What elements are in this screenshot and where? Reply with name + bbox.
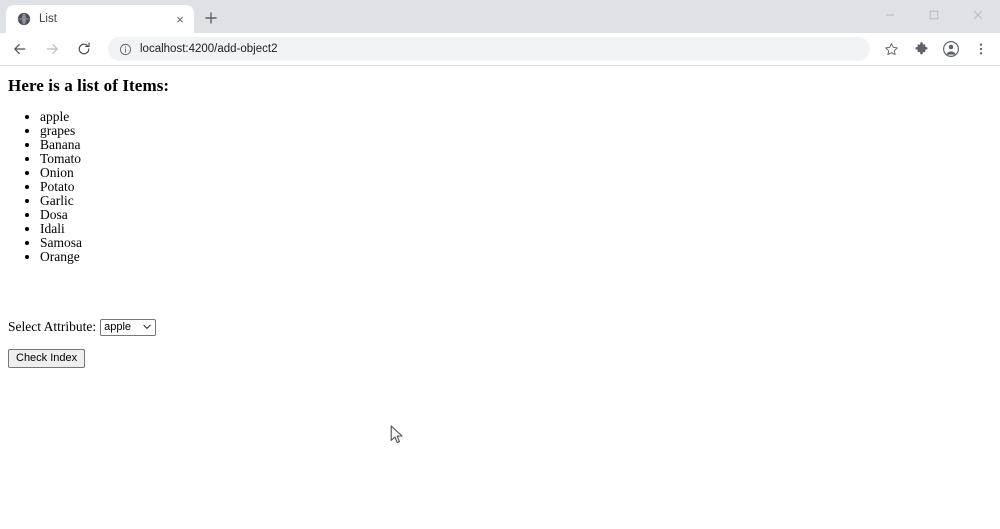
- list-item: apple: [40, 109, 992, 124]
- page-viewport: Here is a list of Items: apple grapes Ba…: [0, 66, 1000, 529]
- list-item: grapes: [40, 123, 992, 138]
- back-arrow-icon[interactable]: [6, 35, 34, 63]
- list-item: Idali: [40, 221, 992, 236]
- tab-strip: List ×: [0, 0, 1000, 33]
- close-icon[interactable]: ×: [172, 11, 188, 27]
- select-attribute-label: Select Attribute:: [8, 319, 97, 335]
- profile-avatar-icon[interactable]: [938, 36, 964, 62]
- list-item: Dosa: [40, 207, 992, 222]
- check-index-button[interactable]: Check Index: [8, 348, 86, 368]
- three-dot-menu-icon[interactable]: [968, 36, 994, 62]
- browser-window: List × localhost:4200/add-object2 Here i…: [0, 0, 1000, 529]
- globe-icon: [16, 12, 31, 27]
- list-item: Orange: [40, 249, 992, 264]
- list-item: Banana: [40, 137, 992, 152]
- forward-arrow-icon: [38, 35, 66, 63]
- minimize-button[interactable]: [868, 0, 912, 29]
- tab-title: List: [39, 13, 57, 25]
- extensions-puzzle-icon[interactable]: [908, 36, 934, 62]
- reload-icon[interactable]: [70, 35, 98, 63]
- maximize-button[interactable]: [912, 0, 956, 29]
- page-title: Here is a list of Items:: [8, 76, 170, 95]
- new-tab-button[interactable]: [200, 7, 222, 29]
- address-bar-url: localhost:4200/add-object2: [140, 43, 278, 55]
- attribute-select[interactable]: apple: [100, 318, 157, 336]
- list-item: Samosa: [40, 235, 992, 250]
- mouse-cursor: [390, 425, 404, 445]
- window-controls: [868, 0, 1000, 29]
- browser-toolbar: localhost:4200/add-object2: [0, 33, 1000, 66]
- attribute-form-row: Select Attribute: apple: [8, 318, 992, 336]
- browser-tab[interactable]: List ×: [6, 5, 194, 33]
- list-item: Tomato: [40, 151, 992, 166]
- close-window-button[interactable]: [956, 0, 1000, 29]
- items-list: apple grapes Banana Tomato Onion Potato …: [8, 109, 992, 264]
- list-item: Onion: [40, 165, 992, 180]
- star-icon[interactable]: [878, 36, 904, 62]
- list-item: Potato: [40, 179, 992, 194]
- attribute-select-value: apple: [104, 320, 132, 333]
- address-bar[interactable]: localhost:4200/add-object2: [108, 37, 870, 61]
- info-circle-icon[interactable]: [118, 42, 132, 56]
- chevron-down-icon: [143, 323, 151, 331]
- list-item: Garlic: [40, 193, 992, 208]
